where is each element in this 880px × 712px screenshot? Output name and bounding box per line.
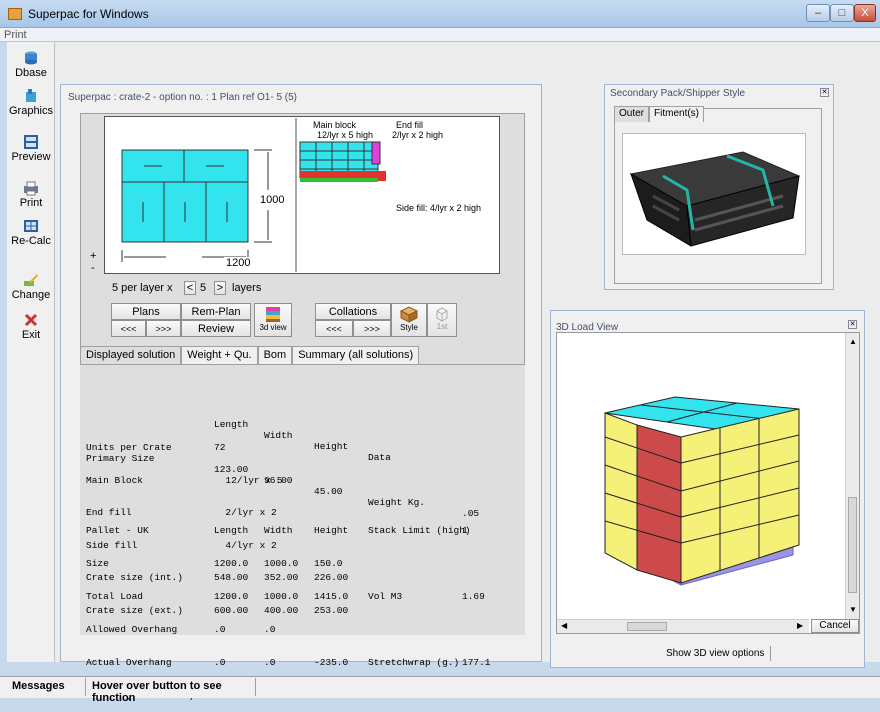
table-row: Total Load 1200.0 1000.0 1415.0 Vol M3 1.69 bbox=[86, 591, 485, 602]
database-icon bbox=[25, 51, 37, 65]
collations-button[interactable]: Collations bbox=[315, 303, 391, 320]
table-row: Allowed Overhang .0.0 bbox=[86, 624, 276, 635]
secondary-pack-title: Secondary Pack/Shipper Style bbox=[610, 88, 746, 99]
collations-next-button[interactable]: >>> bbox=[353, 320, 391, 337]
main-block-value: 12/lyr x 5 high bbox=[317, 130, 374, 140]
zoom-out-button[interactable]: - bbox=[91, 262, 95, 274]
table-row: Size 1200.0 1000.0 150.0 bbox=[86, 558, 343, 569]
end-fill-value: 2/lyr x 2 high bbox=[392, 130, 444, 140]
dbase-label: Dbase bbox=[15, 67, 47, 79]
secondary-tabs: Outer Fitment(s) bbox=[614, 106, 705, 122]
preview-icon bbox=[24, 135, 38, 149]
style-label: Style bbox=[400, 323, 418, 332]
box-outline-icon bbox=[436, 307, 448, 322]
3d-horizontal-scrollbar[interactable]: ◀ ▶ bbox=[557, 619, 809, 633]
menu-print[interactable]: Print bbox=[4, 29, 27, 41]
graphics-button[interactable]: Graphics bbox=[7, 88, 55, 117]
solution-tabs: Displayed solution Weight + Qu. Bom Summ… bbox=[80, 346, 420, 364]
tab-summary[interactable]: Summary (all solutions) bbox=[292, 346, 420, 364]
recalc-button[interactable]: Re-Calc bbox=[7, 218, 55, 247]
preview-label: Preview bbox=[11, 151, 51, 163]
3d-canvas: ▲ ▼ ◀ ▶ Cancel bbox=[556, 332, 860, 634]
status-hint: Hover over button to see function bbox=[86, 678, 256, 704]
solution-header: Length Width Height Data bbox=[214, 419, 391, 463]
exit-label: Exit bbox=[21, 329, 41, 341]
scroll-left-icon[interactable]: ◀ bbox=[561, 621, 567, 630]
graphics-icon bbox=[26, 89, 36, 102]
plans-button[interactable]: Plans bbox=[111, 303, 181, 320]
minimize-button[interactable]: – bbox=[806, 4, 830, 22]
print-button[interactable]: Print bbox=[7, 180, 55, 209]
change-button[interactable]: Change bbox=[7, 272, 55, 301]
end-fill-label: End fill bbox=[396, 120, 424, 130]
exit-button[interactable]: Exit bbox=[7, 312, 55, 341]
tab-bom[interactable]: Bom bbox=[257, 346, 293, 364]
print-label: Print bbox=[19, 197, 43, 209]
solution-panel bbox=[80, 364, 525, 635]
per-layer-label: 5 per layer x bbox=[112, 282, 173, 294]
window-title: Superpac for Windows bbox=[28, 7, 149, 21]
stack-icon bbox=[266, 307, 280, 322]
graphics-label: Graphics bbox=[8, 105, 54, 117]
elevation-pallet bbox=[300, 178, 378, 182]
messages-label: Messages bbox=[6, 678, 86, 696]
plans-prev-button[interactable]: <<< bbox=[111, 320, 146, 337]
cancel-button[interactable]: Cancel bbox=[811, 619, 859, 633]
side-fill-label: Side fill: 4/lyr x 2 high bbox=[396, 203, 482, 213]
scroll-down-icon[interactable]: ▼ bbox=[849, 605, 857, 614]
close-button[interactable]: X bbox=[854, 4, 876, 22]
first-label: 1st bbox=[436, 322, 448, 331]
3d-view-close-button[interactable]: ✕ bbox=[848, 320, 857, 329]
table-row: Actual Overhang .0.0 -235.0 Stretchwrap (g.… bbox=[86, 657, 491, 668]
main-window-title: Superpac : crate-2 - option no. : 1 Plan… bbox=[68, 92, 298, 103]
layers-count: 5 bbox=[200, 282, 207, 294]
table-row: Units per Crate 72 bbox=[86, 442, 226, 453]
crate-image bbox=[622, 133, 806, 255]
view3d-label: 3d view bbox=[259, 323, 287, 332]
box-icon bbox=[399, 306, 419, 323]
zoom-in-button[interactable]: + bbox=[90, 250, 96, 262]
hscroll-thumb[interactable] bbox=[627, 622, 667, 631]
change-icon bbox=[24, 274, 38, 286]
show-3d-options-button[interactable]: Show 3D view options bbox=[660, 646, 772, 661]
change-label: Change bbox=[11, 289, 51, 301]
dbase-button[interactable]: Dbase bbox=[7, 50, 55, 79]
plan-pallet-outline bbox=[121, 149, 249, 243]
secondary-close-button[interactable]: ✕ bbox=[820, 88, 829, 97]
printer-icon bbox=[24, 181, 38, 196]
rem-plan-button[interactable]: Rem-Plan bbox=[181, 303, 251, 320]
collations-prev-button[interactable]: <<< bbox=[315, 320, 353, 337]
elevation-end-fill bbox=[371, 141, 381, 165]
app-icon bbox=[8, 8, 22, 20]
tab-fitments[interactable]: Fitment(s) bbox=[649, 106, 705, 122]
menu-bar bbox=[0, 28, 880, 42]
main-block-label: Main block bbox=[313, 120, 357, 130]
review-button[interactable]: Review bbox=[181, 320, 251, 337]
tab-displayed-solution[interactable]: Displayed solution bbox=[80, 346, 182, 364]
layers-prev-button[interactable]: < bbox=[184, 281, 196, 295]
tab-weight-qu[interactable]: Weight + Qu. bbox=[181, 346, 258, 364]
3d-vertical-scrollbar[interactable]: ▲ ▼ bbox=[845, 333, 859, 619]
view3d-button[interactable]: 3d view bbox=[254, 303, 292, 337]
layers-suffix: layers bbox=[232, 282, 262, 294]
plan-width-label: 1200 bbox=[224, 257, 253, 269]
maximize-button[interactable]: □ bbox=[830, 4, 854, 22]
calculator-icon bbox=[24, 220, 38, 232]
style-button[interactable]: Style bbox=[391, 303, 427, 337]
layers-next-button[interactable]: > bbox=[214, 281, 226, 295]
scroll-thumb[interactable] bbox=[848, 497, 857, 593]
plan-height-label: 1000 bbox=[258, 194, 287, 206]
plans-next-button[interactable]: >>> bbox=[146, 320, 181, 337]
scroll-up-icon[interactable]: ▲ bbox=[849, 337, 857, 346]
exit-icon bbox=[24, 313, 38, 327]
first-button[interactable]: 1st bbox=[427, 303, 457, 337]
pallet-header-row: Pallet - UK Length Width Height Stack Limit … bbox=[86, 525, 471, 536]
preview-button[interactable]: Preview bbox=[7, 134, 55, 163]
recalc-label: Re-Calc bbox=[11, 235, 51, 247]
table-row: Main Block 12/lyr x 5 bbox=[86, 474, 283, 486]
tab-outer[interactable]: Outer bbox=[614, 106, 650, 122]
scroll-right-icon[interactable]: ▶ bbox=[797, 621, 803, 630]
